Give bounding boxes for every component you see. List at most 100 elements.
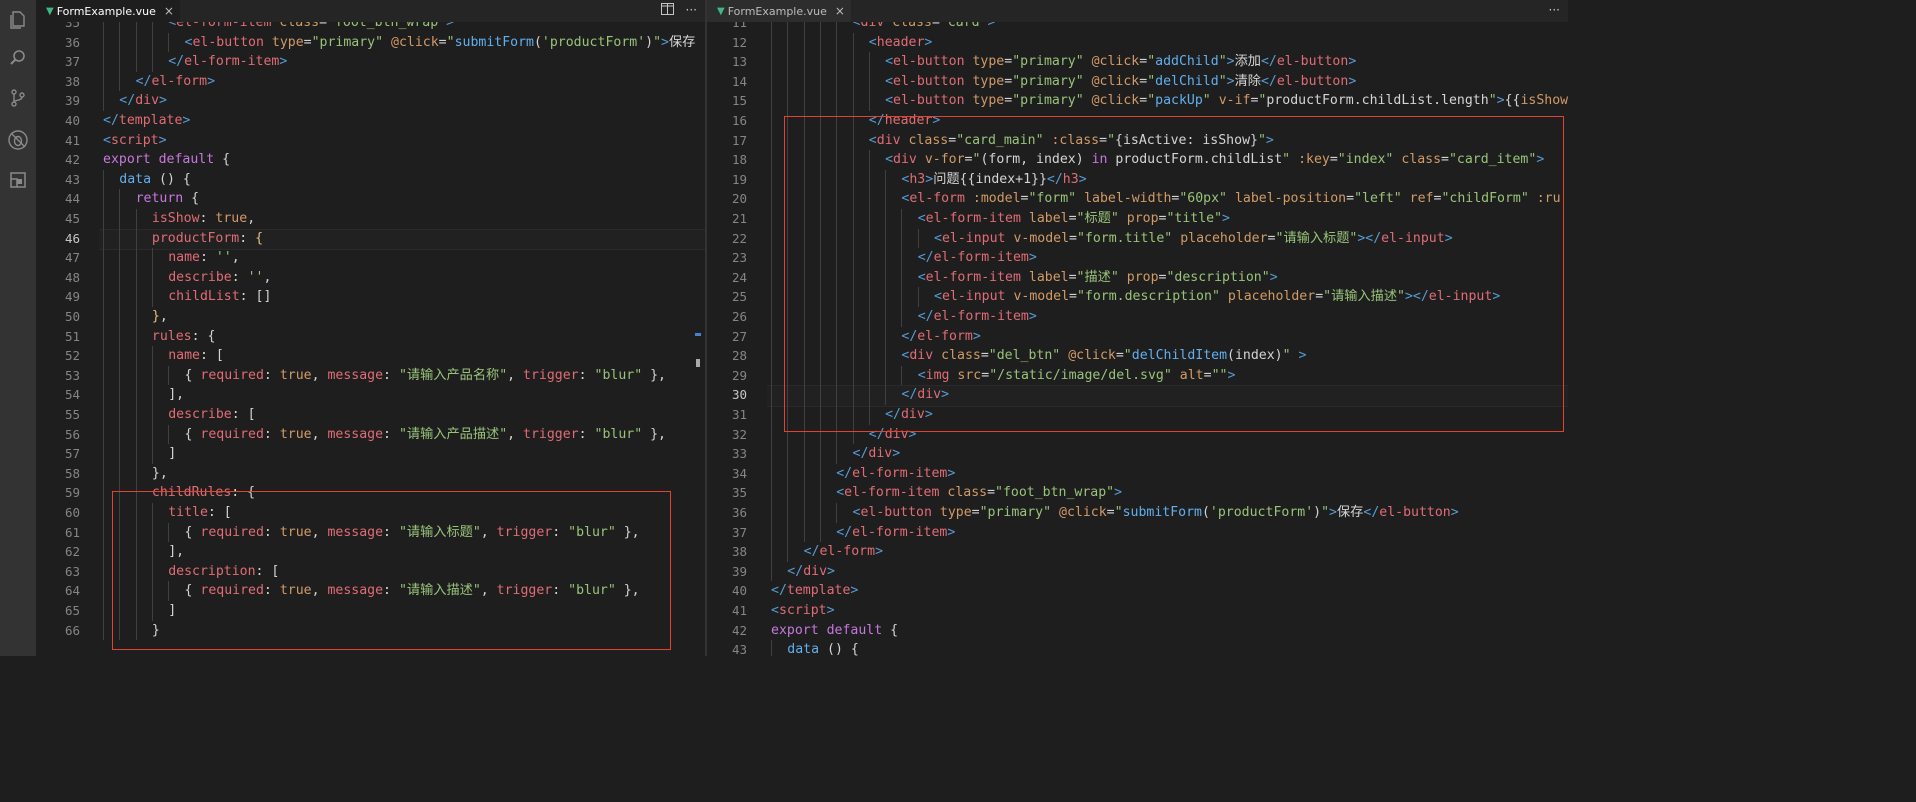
code-line[interactable]: 53 { required: true, message: "请输入产品名称", … bbox=[36, 365, 705, 386]
code-token: > bbox=[279, 54, 288, 70]
code-line[interactable]: 38 </el-form> bbox=[36, 71, 705, 92]
files-icon[interactable] bbox=[6, 8, 30, 32]
line-number: 43 bbox=[731, 642, 747, 656]
indent-guide bbox=[771, 169, 772, 190]
code-line[interactable]: 55 describe: [ bbox=[36, 405, 705, 425]
indent-guide bbox=[819, 91, 821, 111]
code-token: { bbox=[882, 622, 899, 638]
right-editor-tab[interactable]: ▼ FormExample.vue × bbox=[707, 0, 851, 22]
code-token: el-button bbox=[893, 54, 965, 70]
code-line[interactable]: 44 return { bbox=[36, 189, 705, 209]
code-token: header bbox=[876, 34, 925, 50]
code-line[interactable]: 41 <script> bbox=[707, 601, 1568, 621]
indent-guide bbox=[103, 91, 104, 111]
code-line[interactable]: 48 describe: '', bbox=[36, 267, 705, 288]
line-number: 30 bbox=[731, 387, 747, 403]
code-token: = bbox=[1004, 54, 1013, 70]
code-token: packUp bbox=[1155, 93, 1203, 109]
code-line[interactable]: 58}, bbox=[36, 463, 705, 484]
code-line[interactable]: 35 <el-form-item class="foot_btn_wrap"> bbox=[707, 483, 1568, 503]
code-line[interactable]: 33 </div> bbox=[707, 444, 1568, 464]
code-line[interactable]: 56 { required: true, message: "请输入产品描述", … bbox=[36, 424, 705, 445]
left-editor-tab[interactable]: ▼ FormExample.vue × bbox=[36, 0, 180, 22]
code-token: () { bbox=[819, 642, 859, 656]
indent-guide bbox=[103, 22, 104, 33]
indent-guide bbox=[103, 365, 104, 386]
line-number: 57 bbox=[64, 446, 80, 462]
code-line[interactable]: 36 <el-button type="primary" @click="subm… bbox=[707, 503, 1568, 523]
close-icon[interactable]: × bbox=[835, 4, 845, 18]
split-editor-icon[interactable] bbox=[660, 3, 674, 18]
code-line[interactable]: 13 <el-button type="primary" @click="addC… bbox=[707, 52, 1568, 72]
code-line[interactable]: 49 childList: [] bbox=[36, 287, 705, 307]
code-token: template bbox=[786, 583, 851, 599]
code-line[interactable]: 50}, bbox=[36, 307, 705, 327]
left-editor-group: ▼ FormExample.vue × ··· 35 <el-form-item … bbox=[36, 0, 705, 656]
code-text: return { bbox=[136, 189, 200, 209]
code-line[interactable]: 57] bbox=[36, 444, 705, 464]
indent-guide bbox=[771, 385, 772, 405]
code-line[interactable]: 45 isShow: true, bbox=[36, 209, 705, 229]
code-line[interactable]: 14 <el-button type="primary" @click="delC… bbox=[707, 71, 1568, 92]
code-line[interactable]: 40 </template> bbox=[36, 111, 705, 131]
scrollbar-thumb[interactable] bbox=[696, 359, 700, 367]
more-icon[interactable]: ··· bbox=[686, 3, 697, 18]
code-line[interactable]: 39 </div> bbox=[707, 561, 1568, 582]
code-line[interactable]: 42 export default { bbox=[707, 621, 1568, 641]
close-icon[interactable]: × bbox=[164, 4, 174, 18]
code-line[interactable]: 36 <el-button type="primary" @click="subm… bbox=[36, 32, 705, 53]
code-line[interactable]: 40 </template> bbox=[707, 581, 1568, 601]
more-icon[interactable]: ··· bbox=[1549, 3, 1560, 17]
code-line[interactable]: 54], bbox=[36, 385, 705, 405]
code-token: el-button bbox=[893, 73, 965, 89]
code-line[interactable]: 37 </el-form-item> bbox=[707, 522, 1568, 543]
indent-guide bbox=[135, 365, 137, 386]
code-line[interactable]: 35 <el-form-item class="foot_btn_wrap"> bbox=[36, 22, 705, 33]
indent-guide bbox=[852, 71, 854, 92]
code-line[interactable]: 47 name: '', bbox=[36, 248, 705, 268]
line-number: 29 bbox=[731, 367, 747, 383]
code-line[interactable]: 52 name: [ bbox=[36, 346, 705, 366]
code-token: submitForm bbox=[1122, 505, 1202, 520]
indent-guide bbox=[103, 522, 104, 543]
line-number: 23 bbox=[731, 250, 747, 266]
line-number: 22 bbox=[731, 230, 747, 246]
search-icon[interactable] bbox=[6, 46, 30, 70]
code-text: { required: true, message: "请输入产品描述", tr… bbox=[185, 425, 666, 445]
indent-guide bbox=[119, 346, 121, 366]
code-token: </ bbox=[771, 583, 787, 599]
code-token: > bbox=[987, 22, 996, 30]
code-line[interactable]: 51 rules: { bbox=[36, 326, 705, 347]
debug-icon[interactable] bbox=[6, 128, 30, 152]
code-token: 'productForm' bbox=[541, 34, 646, 50]
line-number: 46 bbox=[64, 230, 80, 246]
code-line[interactable]: 12 <header> bbox=[707, 32, 1568, 53]
code-line[interactable]: 41 <script> bbox=[36, 131, 705, 151]
extensions-icon[interactable] bbox=[6, 168, 30, 192]
code-line[interactable]: 37 </el-form-item> bbox=[36, 52, 705, 72]
code-line[interactable]: 15 <el-button type="primary" @click="pack… bbox=[707, 91, 1568, 111]
line-number: 28 bbox=[731, 348, 747, 364]
code-line[interactable]: 43 data () { bbox=[36, 169, 705, 190]
line-number: 39 bbox=[64, 93, 80, 109]
code-token: : [] bbox=[239, 289, 272, 305]
code-line[interactable]: 38 </el-form> bbox=[707, 542, 1568, 562]
indent-guide bbox=[771, 32, 772, 53]
code-line[interactable]: 39 </div> bbox=[36, 91, 705, 111]
code-token: : bbox=[578, 367, 595, 383]
code-token: @click bbox=[1091, 73, 1140, 89]
code-token: productForm.childList.length bbox=[1266, 93, 1489, 109]
code-line[interactable]: 46 productForm: { bbox=[36, 228, 705, 251]
code-line[interactable]: 42 export default { bbox=[36, 150, 705, 170]
code-line[interactable]: 43 data () { bbox=[707, 640, 1568, 656]
code-line[interactable]: 11 <div class="card"> bbox=[707, 22, 1568, 33]
line-number: 42 bbox=[731, 622, 747, 638]
line-number: 45 bbox=[64, 211, 80, 226]
right-tab-bar: ▼ FormExample.vue × ··· bbox=[707, 0, 1568, 22]
code-token: > bbox=[182, 113, 191, 128]
indent-guide bbox=[803, 32, 805, 53]
code-line[interactable]: 34 </el-form-item> bbox=[707, 463, 1568, 484]
line-number: 51 bbox=[64, 328, 80, 344]
source-control-icon[interactable] bbox=[6, 86, 30, 110]
